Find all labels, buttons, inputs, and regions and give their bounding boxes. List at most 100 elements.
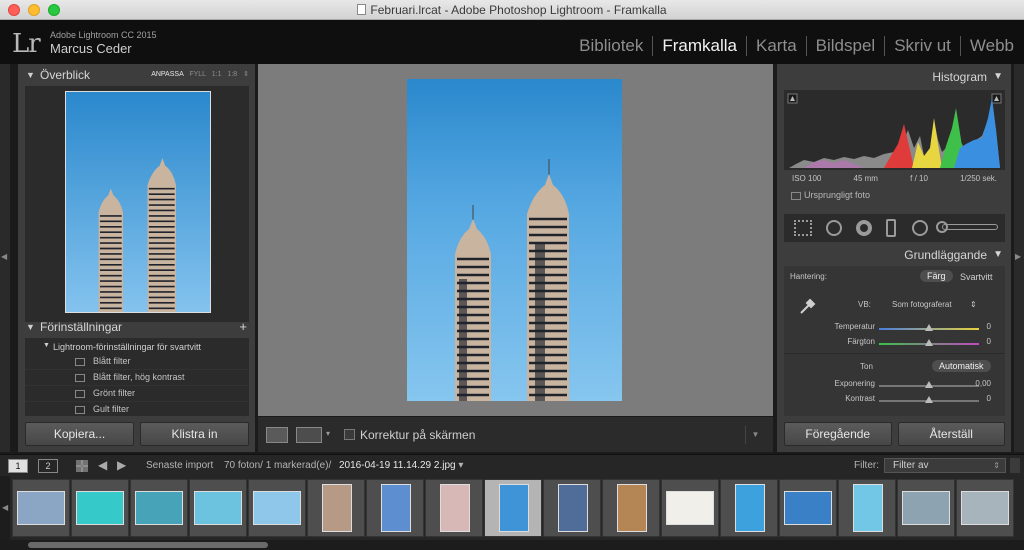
stepper-icon[interactable]: ⇕ xyxy=(970,300,977,309)
filmstrip-toggle[interactable]: ◀ xyxy=(0,476,10,540)
filter-lock-icon[interactable] xyxy=(1010,458,1020,473)
navigator-preview[interactable] xyxy=(25,86,249,322)
tool-strip xyxy=(784,214,1005,242)
graduated-filter-icon[interactable] xyxy=(886,219,896,237)
add-preset-button[interactable]: + xyxy=(239,316,247,338)
temperature-knob[interactable] xyxy=(925,324,933,331)
presets-header[interactable]: ▼ Förinställningar + xyxy=(18,316,255,338)
aperture-value: f / 10 xyxy=(910,174,928,183)
navigator-thumbnail[interactable] xyxy=(65,91,211,313)
toolbar-menu-icon[interactable]: ▼ xyxy=(745,426,765,444)
left-panel-toggle[interactable]: ◀ xyxy=(0,64,10,452)
soft-proof-checkbox[interactable] xyxy=(344,429,355,440)
forward-arrow-icon[interactable]: ▶ xyxy=(117,458,126,472)
filmstrip-thumbnail[interactable] xyxy=(484,479,542,537)
histogram-graph xyxy=(787,93,1002,168)
preset-item[interactable]: Blått filter xyxy=(25,354,249,370)
before-after-icon[interactable] xyxy=(296,427,322,443)
filmstrip-thumbnail[interactable] xyxy=(248,479,306,537)
chevron-down-icon[interactable]: ▾ xyxy=(458,460,463,471)
exposure-knob[interactable] xyxy=(925,381,933,388)
window-2-button[interactable]: 2 xyxy=(38,459,58,473)
filmstrip-thumbnail[interactable] xyxy=(425,479,483,537)
tint-slider[interactable] xyxy=(879,339,979,346)
contrast-knob[interactable] xyxy=(925,396,933,403)
collapse-triangle-icon: ▼ xyxy=(993,71,1003,82)
contrast-slider[interactable] xyxy=(879,396,979,403)
red-eye-icon[interactable] xyxy=(856,220,872,236)
preset-folder[interactable]: ▼ Lightroom-förinställningar för svartvit… xyxy=(25,338,249,354)
presets-title: Förinställningar xyxy=(40,320,123,334)
filmstrip-thumbnail[interactable] xyxy=(720,479,778,537)
filmstrip-thumbnail[interactable] xyxy=(307,479,365,537)
basic-header[interactable]: Grundläggande ▼ xyxy=(777,244,1011,266)
paste-settings-button[interactable]: Klistra in xyxy=(140,422,249,446)
preset-item[interactable]: Grönt filter xyxy=(25,386,249,402)
wb-dropdown[interactable]: Som fotograferat xyxy=(892,300,952,309)
radial-filter-icon[interactable] xyxy=(912,220,928,236)
tint-knob[interactable] xyxy=(925,339,933,346)
filmstrip-thumbnail[interactable] xyxy=(12,479,70,537)
module-bibliotek[interactable]: Bibliotek xyxy=(570,36,654,56)
thumbnail-image xyxy=(617,484,647,532)
filmstrip-thumbnail[interactable] xyxy=(366,479,424,537)
right-panel: Histogram ▼ ISO 100 45 mm f / 10 1/250 s… xyxy=(777,64,1011,452)
copy-settings-button[interactable]: Kopiera... xyxy=(25,422,134,446)
filmstrip-scrollbar[interactable] xyxy=(0,540,1024,550)
module-karta[interactable]: Karta xyxy=(747,36,807,56)
temperature-slider[interactable] xyxy=(879,324,979,331)
filmstrip-thumbnail[interactable] xyxy=(897,479,955,537)
thumbnail-image xyxy=(76,491,124,525)
filmstrip-thumbnail[interactable] xyxy=(130,479,188,537)
spot-removal-icon[interactable] xyxy=(826,220,842,236)
preset-item[interactable]: Blått filter, hög kontrast xyxy=(25,370,249,386)
image-canvas[interactable] xyxy=(258,64,773,416)
previous-settings-button[interactable]: Föregående xyxy=(784,422,892,446)
divider xyxy=(784,353,1005,354)
window-1-button[interactable]: 1 xyxy=(8,459,28,473)
grid-view-icon[interactable] xyxy=(76,460,88,472)
scrollbar-thumb[interactable] xyxy=(28,542,268,548)
chevron-down-icon[interactable]: ▾ xyxy=(326,429,330,438)
reset-button[interactable]: Återställ xyxy=(897,422,1005,446)
filmstrip-thumbnail[interactable] xyxy=(189,479,247,537)
back-arrow-icon[interactable]: ◀ xyxy=(98,458,107,472)
filmstrip-thumbnail[interactable] xyxy=(543,479,601,537)
original-photo-toggle[interactable]: Ursprungligt foto xyxy=(784,190,1005,200)
filmstrip-thumbnail[interactable] xyxy=(71,479,129,537)
module-bildspel[interactable]: Bildspel xyxy=(807,36,886,56)
basic-panel: Hantering: Färg Svartvitt VB: Som fotogr… xyxy=(784,266,1005,416)
treatment-bw[interactable]: Svartvitt xyxy=(960,272,993,282)
module-skriv-ut[interactable]: Skriv ut xyxy=(885,36,961,56)
filmstrip-thumbnail[interactable] xyxy=(602,479,660,537)
right-panel-toggle[interactable]: ▶ xyxy=(1014,64,1024,452)
filmstrip-source[interactable]: Senaste import xyxy=(146,460,213,471)
thumbnail-image xyxy=(194,491,242,525)
module-framkalla[interactable]: Framkalla xyxy=(653,36,748,56)
zoom-fit[interactable]: ANPASSA xyxy=(151,71,183,78)
main-photo[interactable] xyxy=(407,79,622,401)
filmstrip-thumbnail[interactable] xyxy=(838,479,896,537)
filter-dropdown[interactable]: Filter av ⇕ xyxy=(884,458,1006,473)
zoom-1-8[interactable]: 1:8 xyxy=(227,71,237,78)
treatment-color[interactable]: Färg xyxy=(920,270,953,282)
document-icon xyxy=(357,4,367,15)
filmstrip: ◀ xyxy=(0,476,1024,540)
exposure-slider[interactable] xyxy=(879,381,979,388)
module-webb[interactable]: Webb xyxy=(961,36,1014,56)
filmstrip-thumbnail[interactable] xyxy=(779,479,837,537)
filmstrip-thumbnail[interactable] xyxy=(661,479,719,537)
zoom-fill[interactable]: FYLL xyxy=(189,71,205,78)
adjustment-brush-icon[interactable] xyxy=(942,224,998,230)
thumbnail-image xyxy=(853,484,883,532)
navigator-header[interactable]: ▼ Överblick ANPASSA FYLL 1:1 1:8 ⇕ xyxy=(18,64,255,86)
loupe-view-icon[interactable] xyxy=(266,427,288,443)
auto-tone-button[interactable]: Automatisk xyxy=(932,360,991,372)
crop-tool-icon[interactable] xyxy=(794,220,812,236)
zoom-1-1[interactable]: 1:1 xyxy=(212,71,222,78)
histogram-header[interactable]: Histogram ▼ xyxy=(777,66,1011,88)
histogram[interactable] xyxy=(784,90,1005,170)
zoom-stepper-icon[interactable]: ⇕ xyxy=(243,71,249,78)
preset-item[interactable]: Gult filter xyxy=(25,402,249,416)
filmstrip-thumbnail[interactable] xyxy=(956,479,1014,537)
